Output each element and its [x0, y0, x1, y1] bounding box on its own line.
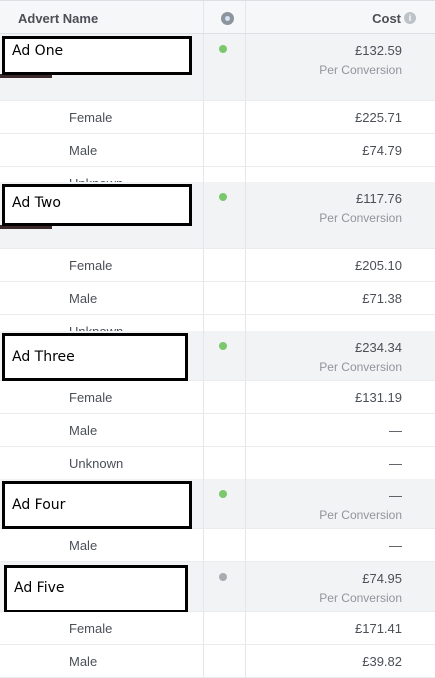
column-divider [203, 447, 204, 479]
ad-cost-caption: Per Conversion [319, 508, 402, 522]
ad-row[interactable]: Ad Five £74.95 Per Conversion [0, 562, 435, 613]
info-icon[interactable]: i [404, 12, 416, 24]
breakdown-value: £225.71 [355, 110, 402, 125]
breakdown-row: Female £225.71 [0, 101, 435, 134]
column-divider [245, 529, 246, 561]
ad-row[interactable]: Ad Three £234.34 Per Conversion [0, 331, 435, 381]
ad-cost-value: £234.34 [355, 340, 402, 355]
advert-name-column-header[interactable]: Advert Name [18, 11, 98, 26]
ad-name[interactable]: Ad Four [2, 481, 192, 529]
ad-cost-caption: Per Conversion [319, 591, 402, 605]
column-divider [203, 34, 204, 100]
column-divider [203, 612, 204, 644]
column-divider [245, 331, 246, 380]
column-divider [245, 249, 246, 281]
breakdown-value: £39.82 [362, 654, 402, 669]
table-header: Advert Name Cost i [0, 0, 435, 34]
status-dot [219, 573, 227, 581]
ad-row[interactable]: Ad One £132.59 Per Conversion [0, 34, 435, 101]
ad-cost-caption: Per Conversion [319, 360, 402, 374]
column-divider [203, 101, 204, 133]
ad-cost-value: £117.76 [355, 191, 402, 206]
column-divider [245, 134, 246, 166]
column-divider [245, 1, 246, 33]
ad-name[interactable]: Ad Five [4, 565, 188, 613]
breakdown-value: £74.79 [362, 143, 402, 158]
ad-cost-value: £132.59 [355, 43, 402, 58]
column-divider [203, 381, 204, 413]
column-divider [203, 182, 204, 248]
breakdown-label: Female [69, 390, 113, 405]
column-divider [245, 414, 246, 446]
breakdown-label: Male [69, 423, 98, 438]
column-divider [203, 134, 204, 166]
column-divider [203, 249, 204, 281]
breakdown-value: £131.19 [355, 390, 402, 405]
breakdown-value: £205.10 [355, 258, 402, 273]
ad-cost-caption: Per Conversion [319, 63, 402, 77]
column-divider [203, 282, 204, 314]
column-divider [245, 34, 246, 100]
column-divider [245, 101, 246, 133]
breakdown-value: — [389, 538, 402, 553]
breakdown-row: Male £74.79 [0, 134, 435, 167]
column-divider [245, 447, 246, 479]
column-divider [203, 414, 204, 446]
column-divider [203, 562, 204, 611]
column-divider [203, 645, 204, 677]
breakdown-value: £171.41 [355, 621, 402, 636]
column-divider [245, 381, 246, 413]
column-divider [203, 479, 204, 528]
ad-row[interactable]: Ad Four — Per Conversion [0, 479, 435, 529]
column-divider [245, 182, 246, 248]
breakdown-label: Female [69, 110, 113, 125]
breakdown-label: Male [69, 291, 98, 306]
column-divider [245, 282, 246, 314]
breakdown-label: Female [69, 258, 113, 273]
breakdown-label: Male [69, 143, 98, 158]
status-dot [219, 342, 227, 350]
ad-cost-value: £74.95 [362, 571, 402, 586]
status-icon[interactable] [221, 12, 234, 25]
column-divider [245, 479, 246, 528]
ad-cost-caption: Per Conversion [319, 211, 402, 225]
column-divider [203, 1, 204, 33]
breakdown-label: Male [69, 654, 98, 669]
column-divider [245, 645, 246, 677]
column-divider [203, 331, 204, 380]
breakdown-value: — [389, 456, 402, 471]
ad-name[interactable]: Ad Three [2, 333, 188, 381]
breakdown-row: Male £71.38 [0, 282, 435, 315]
breakdown-row: Female £131.19 [0, 381, 435, 414]
breakdown-row: Male — [0, 529, 435, 562]
breakdown-value: £71.38 [362, 291, 402, 306]
ad-name[interactable]: Ad One [2, 36, 192, 75]
column-divider [203, 529, 204, 561]
breakdown-row: Male £39.82 [0, 645, 435, 678]
status-dot [219, 193, 227, 201]
ad-name[interactable]: Ad Two [2, 184, 192, 226]
status-dot [219, 490, 227, 498]
ad-row[interactable]: Ad Two £117.76 Per Conversion [0, 182, 435, 249]
status-dot [219, 45, 227, 53]
breakdown-value: — [389, 423, 402, 438]
breakdown-row: Unknown — [0, 447, 435, 480]
breakdown-row: Female £205.10 [0, 249, 435, 282]
cost-column-header[interactable]: Cost [372, 11, 401, 26]
ad-cost-value: — [389, 488, 402, 503]
breakdown-label: Male [69, 538, 98, 553]
column-divider [245, 562, 246, 611]
column-divider [245, 612, 246, 644]
breakdown-label: Unknown [69, 456, 124, 471]
breakdown-row: Female £171.41 [0, 612, 435, 645]
breakdown-row: Male — [0, 414, 435, 447]
breakdown-label: Female [69, 621, 113, 636]
